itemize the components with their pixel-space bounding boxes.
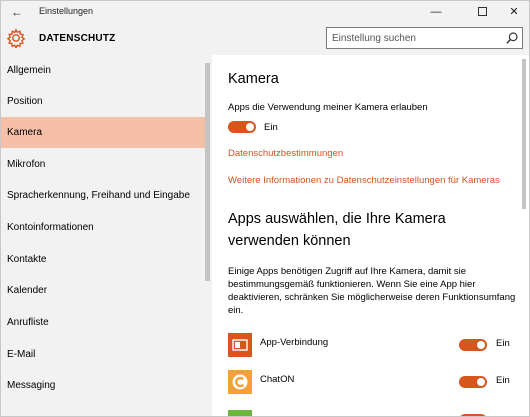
apps-section-title-line1: Apps auswählen, die Ihre Kamera [228, 211, 446, 227]
sidebar-item-kamera[interactable]: Kamera [1, 117, 206, 148]
app-toggle-label: Ein [496, 338, 510, 349]
app-row-chaton: ChatON Ein [228, 370, 528, 396]
app-toggle-label: Ein [496, 375, 510, 386]
page-header: DATENSCHUTZ [1, 23, 529, 55]
app-name: ChatON [260, 374, 295, 385]
minimize-button[interactable]: — [421, 1, 451, 23]
window-title: Einstellungen [39, 6, 94, 16]
back-arrow-icon: ← [11, 5, 23, 19]
sidebar-item-spracherkennung[interactable]: Spracherkennung, Freihand und Eingabe [1, 180, 206, 211]
app-row-app-verbindung: App-Verbindung Ein [228, 333, 528, 359]
section-title: Kamera [228, 71, 279, 87]
search-input[interactable] [327, 28, 502, 48]
allow-camera-label: Apps die Verwendung meiner Kamera erlaub… [228, 102, 428, 113]
sidebar-item-anrufliste[interactable]: Anrufliste [1, 307, 206, 338]
app-icon-partial [228, 410, 252, 416]
sidebar-item-mikrofon[interactable]: Mikrofon [1, 149, 206, 180]
sidebar-item-kalender[interactable]: Kalender [1, 275, 206, 306]
privacy-policy-link[interactable]: Datenschutzbestimmungen [228, 148, 343, 159]
sidebar-scrollbar[interactable] [205, 63, 210, 281]
page-title: DATENSCHUTZ [39, 33, 116, 44]
gear-icon [6, 28, 26, 48]
back-button[interactable]: ← [7, 3, 27, 21]
search-icon[interactable] [505, 31, 519, 45]
app-name: App-Verbindung [260, 337, 329, 348]
sidebar-item-position[interactable]: Position [1, 86, 206, 117]
more-info-link[interactable]: Weitere Informationen zu Datenschutzeins… [228, 175, 500, 186]
search-box[interactable] [326, 27, 523, 49]
content-scrollbar[interactable] [522, 59, 526, 209]
app-connector-icon [228, 333, 252, 357]
sidebar-item-kontoinformationen[interactable]: Kontoinformationen [1, 212, 206, 243]
app-row-partial [228, 410, 528, 416]
toggle-knob [477, 341, 485, 349]
main-content: Kamera Apps die Verwendung meiner Kamera… [212, 55, 529, 416]
allow-camera-toggle-label: Ein [264, 122, 278, 133]
sidebar-item-email[interactable]: E-Mail [1, 339, 206, 370]
toggle-knob [246, 123, 254, 131]
chaton-icon [228, 370, 252, 394]
apps-section-title-line2: verwenden können [228, 233, 351, 249]
settings-window: ← Einstellungen — ✕ DATENSCHUTZ Einstell… [0, 0, 530, 417]
minimize-icon: — [430, 6, 442, 18]
sidebar-item-kontakte[interactable]: Kontakte [1, 244, 206, 275]
app-verbindung-toggle[interactable] [459, 339, 487, 351]
apps-description: Einige Apps benötigen Zugriff auf Ihre K… [228, 266, 516, 316]
toggle-knob [477, 378, 485, 386]
sidebar-item-allgemein[interactable]: Allgemein [1, 55, 206, 86]
title-bar: ← Einstellungen — ✕ [1, 1, 529, 23]
close-icon: ✕ [509, 6, 519, 18]
chaton-toggle[interactable] [459, 376, 487, 388]
allow-camera-toggle[interactable] [228, 121, 256, 133]
maximize-button[interactable] [467, 1, 497, 23]
sidebar-item-messaging[interactable]: Messaging [1, 370, 206, 401]
sidebar-nav: Allgemein Position Kamera Mikrofon Sprac… [1, 55, 212, 416]
close-button[interactable]: ✕ [499, 1, 529, 23]
maximize-icon [477, 6, 487, 16]
